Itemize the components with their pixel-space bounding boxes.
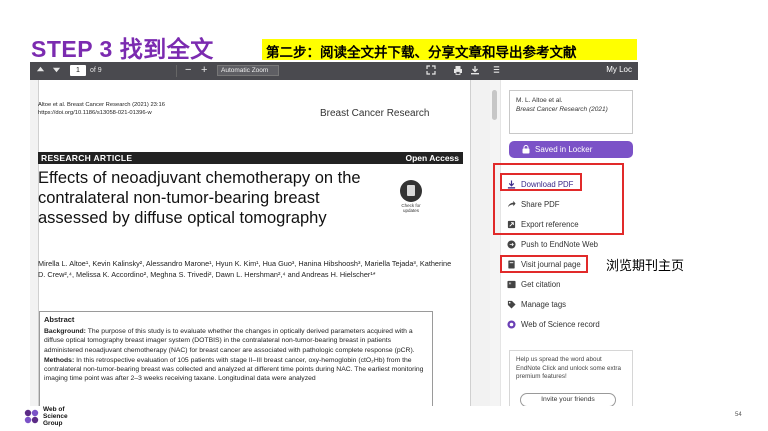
article-type-bar: RESEARCH ARTICLE Open Access: [38, 152, 463, 164]
quote-icon: ": [507, 280, 516, 289]
wos-group-logo: Web of Science Group: [23, 406, 93, 428]
push-endnote-action[interactable]: Push to EndNote Web: [507, 238, 598, 252]
methods-label: Methods:: [44, 356, 75, 364]
step-subtitle: 第二步：阅读全文并下载、分享文章和导出参考文献: [262, 39, 637, 60]
zoom-in-icon[interactable]: +: [201, 65, 207, 77]
wos-record-action[interactable]: Web of Science record: [507, 318, 600, 332]
abstract-methods: Methods: In this retrospective evaluatio…: [44, 356, 428, 384]
abstract-heading: Abstract: [44, 315, 75, 324]
push-endnote-label: Push to EndNote Web: [521, 240, 599, 249]
abstract-box: Abstract Background: The purpose of this…: [39, 311, 433, 406]
logo-line-3: Group: [43, 420, 63, 427]
check-for-updates-badge[interactable]: Check for updates: [398, 180, 424, 218]
manage-tags-action[interactable]: Manage tags: [507, 298, 566, 312]
page-total: of 9: [90, 67, 102, 74]
paper-title: Effects of neoadjuvant chemotherapy on t…: [38, 169, 361, 227]
author-list: Mirella L. Altoe¹, Kevin Kalinsky², Ales…: [38, 259, 452, 279]
my-locker-link[interactable]: My Loc: [606, 65, 632, 74]
endnote-click-panel: M. L. Altoe et al. Breast Cancer Researc…: [500, 80, 638, 406]
open-access-label: Open Access: [405, 153, 459, 163]
zoom-out-icon[interactable]: −: [185, 65, 191, 77]
pdf-toolbar: 1 of 9 − + Automatic Zoom My Loc: [30, 62, 638, 80]
scrollbar-thumb[interactable]: [492, 90, 497, 120]
download-icon[interactable]: [470, 65, 480, 77]
wos-logo-icon: [24, 409, 39, 424]
article-type: RESEARCH ARTICLE: [41, 153, 133, 163]
manage-tags-label: Manage tags: [521, 300, 567, 309]
pdf-journal-name: Breast Cancer Research: [320, 108, 430, 119]
slide: STEP 3 找到全文 第二步：阅读全文并下载、分享文章和导出参考文献 1 of…: [0, 0, 768, 431]
pdf-scrollbar[interactable]: [490, 80, 500, 406]
page-number-input[interactable]: 1: [70, 65, 86, 76]
pdf-citation: Altoe et al. Breast Cancer Research (202…: [38, 102, 165, 108]
svg-text:": ": [509, 282, 512, 289]
tag-icon: [507, 300, 516, 309]
slide-page-number: 54: [735, 412, 742, 418]
citation-author: M. L. Altoe et al.: [516, 97, 563, 104]
citation-source: Breast Cancer Research (2021): [516, 106, 608, 113]
step-title: STEP 3 找到全文: [31, 36, 214, 62]
invite-friends-button[interactable]: Invite your friends: [520, 393, 616, 406]
check-updates-label: Check for updates: [401, 203, 421, 213]
pdf-doi[interactable]: https://doi.org/10.1186/s13058-021-01396…: [38, 110, 152, 116]
check-updates-icon: [400, 180, 422, 202]
get-citation-action[interactable]: " Get citation: [507, 278, 560, 292]
annotation-visit-journal: 浏览期刊主页: [606, 258, 685, 273]
get-citation-label: Get citation: [521, 280, 561, 289]
saved-in-locker-button[interactable]: Saved in Locker: [509, 141, 633, 158]
background-label: Background:: [44, 328, 86, 336]
print-icon[interactable]: [453, 65, 463, 77]
endnote-icon: [507, 240, 516, 249]
fullscreen-icon[interactable]: [426, 65, 436, 77]
highlight-download-box: [500, 173, 582, 191]
help-promo-box: Help us spread the word about EndNote Cl…: [509, 350, 633, 406]
saved-label: Saved in Locker: [535, 145, 593, 154]
abstract-background: Background: The purpose of this study is…: [44, 327, 428, 355]
help-text: Help us spread the word about EndNote Cl…: [516, 356, 621, 380]
background-text: The purpose of this study is to evaluate…: [44, 328, 415, 354]
wos-record-label: Web of Science record: [521, 320, 600, 329]
highlight-journal-box: [500, 255, 588, 273]
toolbar-divider: [176, 65, 177, 77]
citation-card: M. L. Altoe et al. Breast Cancer Researc…: [509, 90, 633, 134]
tools-menu-icon[interactable]: [492, 65, 501, 77]
page-up-icon[interactable]: [36, 65, 45, 77]
wos-icon: [507, 320, 516, 329]
page-down-icon[interactable]: [52, 65, 61, 77]
locker-icon: [522, 145, 530, 154]
methods-text: In this retrospective evaluation of 105 …: [44, 356, 424, 383]
zoom-select[interactable]: Automatic Zoom: [217, 65, 279, 76]
